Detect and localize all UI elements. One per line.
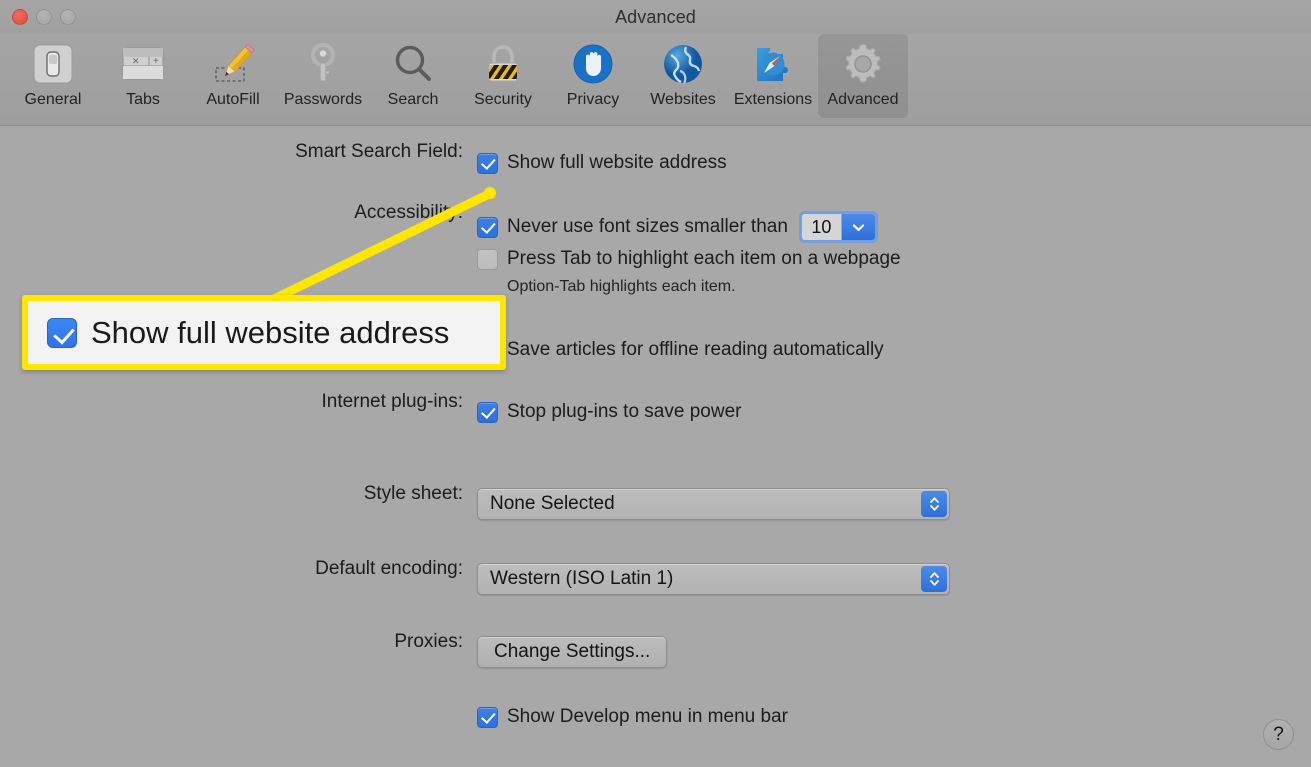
tab-label: Privacy [566,91,620,108]
show-full-address-label: Show full website address [507,152,727,173]
tab-label: Passwords [283,91,363,108]
general-icon [27,38,79,90]
style-sheet-select[interactable]: None Selected [477,488,950,520]
proxies-label: Proxies: [394,631,463,652]
tab-security[interactable]: Security [458,34,548,118]
tab-passwords[interactable]: Passwords [278,34,368,118]
tab-label: Tabs [126,91,160,108]
tab-hint-text: Option-Tab highlights each item. [507,278,736,295]
tab-extensions[interactable]: Extensions [728,34,818,118]
internet-plugins-label: Internet plug-ins: [321,391,463,412]
svg-text:+: + [153,56,159,67]
reading-list-row[interactable]: Save articles for offline reading automa… [507,339,884,361]
stop-plugins-checkbox[interactable] [477,401,498,423]
window-title: Advanced [615,6,696,27]
min-font-size-label: Never use font sizes smaller than [507,216,788,237]
stop-plugins-label: Stop plug-ins to save power [507,401,742,422]
smart-search-field-label: Smart Search Field: [295,141,463,162]
font-size-row[interactable]: Never use font sizes smaller than 10 [477,212,877,242]
develop-menu-row[interactable]: Show Develop menu in menu bar [477,706,788,728]
tab-advanced[interactable]: Advanced [818,34,908,118]
chevron-down-icon[interactable] [841,214,875,240]
tab-privacy[interactable]: Privacy [548,34,638,118]
style-sheet-label: Style sheet: [363,483,463,504]
show-full-address-row[interactable]: Show full website address [477,152,727,174]
tab-label: General [24,91,82,108]
svg-text:✕: ✕ [132,56,140,66]
accessibility-label: Accessibility: [354,202,463,223]
callout-checkbox-icon [47,317,77,348]
develop-menu-label: Show Develop menu in menu bar [507,706,788,727]
tabs-icon: ✕ + [117,38,169,90]
security-icon [477,38,529,90]
change-settings-button[interactable]: Change Settings... [477,636,668,668]
search-icon [387,38,439,90]
annotation-callout: Show full website address [22,295,506,370]
min-font-size-value[interactable]: 10 [801,214,842,240]
advanced-settings-pane: Smart Search Field: Show full website ad… [0,126,1311,766]
passwords-icon [297,38,349,90]
stop-plugins-row[interactable]: Stop plug-ins to save power [477,401,741,423]
tab-label: Extensions [733,91,813,108]
tab-label: Security [474,91,532,108]
press-tab-row[interactable]: Press Tab to highlight each item on a we… [477,248,901,270]
tab-label: Search [387,91,439,108]
press-tab-label: Press Tab to highlight each item on a we… [507,248,901,269]
help-button[interactable]: ? [1263,719,1294,750]
press-tab-checkbox[interactable] [477,248,498,270]
tab-tabs[interactable]: ✕ + Tabs [98,34,188,118]
title-bar: Advanced [0,0,1311,34]
style-sheet-value: None Selected [490,493,615,514]
change-settings-label: Change Settings... [494,641,651,662]
tab-autofill[interactable]: AutoFill [188,34,278,118]
autofill-icon [207,38,259,90]
reading-list-label: Save articles for offline reading automa… [507,339,884,360]
tab-label: Advanced [827,91,899,108]
min-font-size-checkbox[interactable] [477,216,498,238]
show-full-address-checkbox[interactable] [477,152,498,174]
develop-menu-checkbox[interactable] [477,706,498,728]
tab-hint-row: Option-Tab highlights each item. [507,278,736,296]
extensions-icon [747,38,799,90]
tab-websites[interactable]: Websites [638,34,728,118]
preferences-toolbar: General ✕ + Tabs AutoFill Passwords Sear… [0,34,1311,126]
close-button[interactable] [12,9,28,25]
websites-icon [657,38,709,90]
tab-label: Websites [650,91,716,108]
advanced-icon [837,38,889,90]
chevron-up-down-icon[interactable] [921,491,947,517]
default-encoding-label: Default encoding: [315,558,463,579]
privacy-icon [567,38,619,90]
tab-label: AutoFill [206,91,260,108]
min-font-size-stepper[interactable]: 10 [799,212,877,242]
default-encoding-select[interactable]: Western (ISO Latin 1) [477,563,950,595]
chevron-up-down-icon[interactable] [921,566,947,592]
default-encoding-value: Western (ISO Latin 1) [490,568,674,589]
tab-general[interactable]: General [8,34,98,118]
help-button-label: ? [1273,723,1284,745]
window-controls [12,9,76,25]
minimize-button[interactable] [36,9,52,25]
tab-search[interactable]: Search [368,34,458,118]
preferences-window: Advanced General ✕ + Tabs AutoFill Passw… [0,0,1311,767]
callout-text: Show full website address [91,314,450,350]
zoom-button[interactable] [60,9,76,25]
